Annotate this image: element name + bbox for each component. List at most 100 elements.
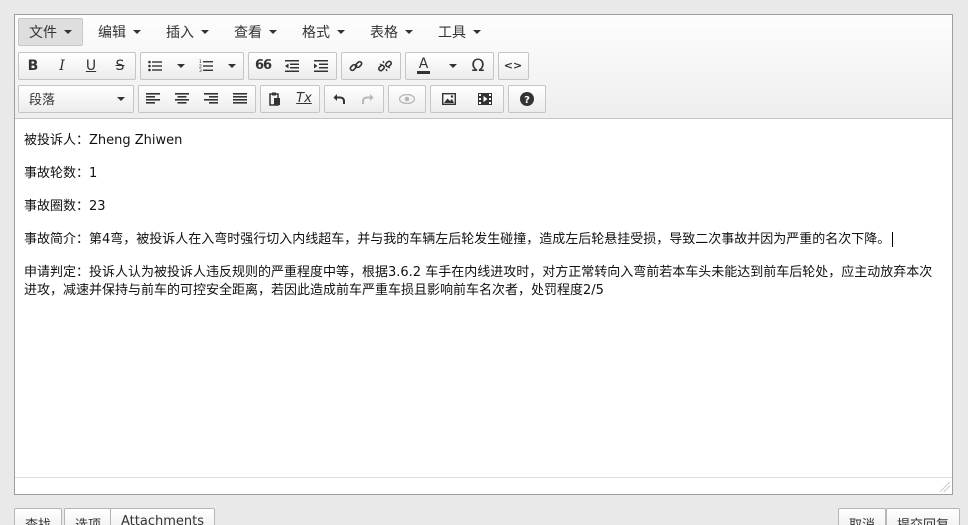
strikethrough-button[interactable]: S — [106, 53, 135, 79]
clear-format-label: Tx — [296, 91, 312, 106]
help-group: ? — [508, 84, 546, 113]
chevron-down-icon — [337, 30, 345, 34]
bullet-list-dropdown[interactable] — [170, 53, 192, 79]
svg-text:?: ? — [524, 94, 530, 105]
color-group: A Ω — [405, 51, 494, 80]
toolbar-row-1: B I U S 123 66 A Ω <> — [15, 49, 952, 82]
options-button[interactable]: 选项 — [64, 508, 113, 525]
media-group — [430, 84, 504, 113]
find-button[interactable]: 查找 — [14, 508, 63, 525]
bullet-list-icon — [148, 60, 162, 71]
special-char-button[interactable]: Ω — [464, 53, 493, 79]
indent-button[interactable] — [307, 53, 336, 79]
block-group: 66 — [248, 51, 337, 80]
align-right-icon — [204, 93, 218, 104]
italic-button[interactable]: I — [48, 53, 77, 79]
undo-icon — [333, 93, 345, 104]
preview-button[interactable] — [389, 86, 425, 112]
help-button[interactable]: ? — [509, 86, 545, 112]
quote-icon: 66 — [254, 58, 272, 73]
menu-edit[interactable]: 编辑 — [88, 18, 151, 46]
incident-turn-count-line: 事故圈数：23 — [24, 199, 106, 214]
font-color-letter: A — [418, 56, 429, 72]
help-icon: ? — [519, 91, 534, 106]
chevron-down-icon — [201, 30, 209, 34]
image-icon — [441, 92, 456, 105]
link-icon — [349, 60, 363, 71]
numbered-list-icon: 123 — [199, 59, 213, 72]
redo-button[interactable] — [354, 86, 383, 112]
align-left-icon — [146, 93, 160, 104]
attachments-button[interactable]: Attachments — [110, 508, 215, 525]
menu-view-label: 查看 — [234, 25, 262, 41]
clear-format-icon: Tx — [296, 91, 312, 106]
insert-media-button[interactable] — [467, 86, 503, 112]
menu-table-label: 表格 — [370, 25, 398, 41]
editor-content[interactable]: 被投诉人：Zheng Zhiwen 事故轮数：1 事故圈数：23 事故简介：第4… — [15, 120, 952, 477]
code-group: <> — [498, 51, 529, 80]
menu-table[interactable]: 表格 — [360, 18, 423, 46]
indent-icon — [314, 59, 328, 72]
paste-icon — [269, 92, 280, 106]
menu-tools[interactable]: 工具 — [428, 18, 491, 46]
clear-format-button[interactable]: Tx — [290, 86, 319, 112]
outdent-icon — [285, 59, 299, 72]
align-center-icon — [175, 93, 189, 104]
underline-button[interactable]: U — [77, 53, 106, 79]
italic-icon: I — [59, 57, 65, 74]
align-group — [138, 84, 256, 113]
undo-button[interactable] — [325, 86, 354, 112]
menubar: 文件 编辑 插入 查看 格式 表格 工具 — [15, 15, 952, 49]
toolbar-row-2: 段落 Tx ? — [15, 82, 952, 115]
chevron-down-icon — [176, 63, 185, 68]
chevron-down-icon — [269, 30, 277, 34]
insert-image-button[interactable] — [431, 86, 467, 112]
font-color-button[interactable]: A — [406, 53, 442, 79]
preview-group — [388, 84, 426, 113]
blockquote-button[interactable]: 66 — [249, 53, 278, 79]
font-color-dropdown[interactable] — [442, 53, 464, 79]
incident-summary-line: 事故简介：第4弯，被投诉人在入弯时强行切入内线超车，并与我的车辆左后轮发生碰撞，… — [24, 231, 943, 249]
submit-reply-button[interactable]: 提交回复 — [886, 508, 961, 525]
menu-insert[interactable]: 插入 — [156, 18, 219, 46]
menu-format[interactable]: 格式 — [292, 18, 355, 46]
paste-group: Tx — [260, 84, 320, 113]
unlink-button[interactable] — [371, 53, 400, 79]
menu-file[interactable]: 文件 — [18, 18, 83, 46]
unlink-icon — [378, 59, 392, 72]
resize-handle-icon[interactable] — [940, 482, 950, 492]
align-justify-button[interactable] — [226, 86, 255, 112]
underline-icon: U — [85, 57, 97, 74]
menu-insert-label: 插入 — [166, 25, 194, 41]
menu-view[interactable]: 查看 — [224, 18, 287, 46]
bullet-list-button[interactable] — [141, 53, 170, 79]
align-left-button[interactable] — [139, 86, 168, 112]
incident-summary-text: 事故简介：第4弯，被投诉人在入弯时强行切入内线超车，并与我的车辆左后轮发生碰撞，… — [24, 232, 891, 247]
numbered-list-dropdown[interactable] — [221, 53, 243, 79]
align-right-button[interactable] — [197, 86, 226, 112]
svg-text:3: 3 — [199, 68, 202, 72]
source-code-button[interactable]: <> — [499, 53, 528, 79]
outdent-button[interactable] — [278, 53, 307, 79]
block-format-select[interactable]: 段落 — [19, 86, 133, 112]
insert-link-button[interactable] — [342, 53, 371, 79]
bold-icon: B — [27, 57, 39, 74]
chevron-down-icon — [448, 63, 457, 68]
menu-file-label: 文件 — [29, 25, 57, 41]
rich-text-editor: 文件 编辑 插入 查看 格式 表格 工具 B I U S 123 66 A Ω … — [14, 14, 953, 495]
align-center-button[interactable] — [168, 86, 197, 112]
strikethrough-icon: S — [115, 57, 125, 74]
numbered-list-button[interactable]: 123 — [192, 53, 221, 79]
paste-text-button[interactable] — [261, 86, 290, 112]
chevron-down-icon — [64, 30, 72, 34]
editor-toolbar-area: 文件 编辑 插入 查看 格式 表格 工具 B I U S 123 66 A Ω … — [15, 15, 952, 119]
cancel-button[interactable]: 取消 — [838, 508, 887, 525]
ruling-request-line: 申请判定：投诉人认为被投诉人违反规则的严重程度中等，根据3.6.2 车手在内线进… — [24, 265, 933, 298]
chevron-down-icon — [133, 30, 141, 34]
editor-statusbar — [15, 477, 952, 494]
omega-icon: Ω — [471, 55, 485, 76]
text-cursor — [892, 232, 894, 247]
menu-tools-label: 工具 — [438, 25, 466, 41]
bold-button[interactable]: B — [19, 53, 48, 79]
font-color-icon: A — [416, 56, 431, 74]
